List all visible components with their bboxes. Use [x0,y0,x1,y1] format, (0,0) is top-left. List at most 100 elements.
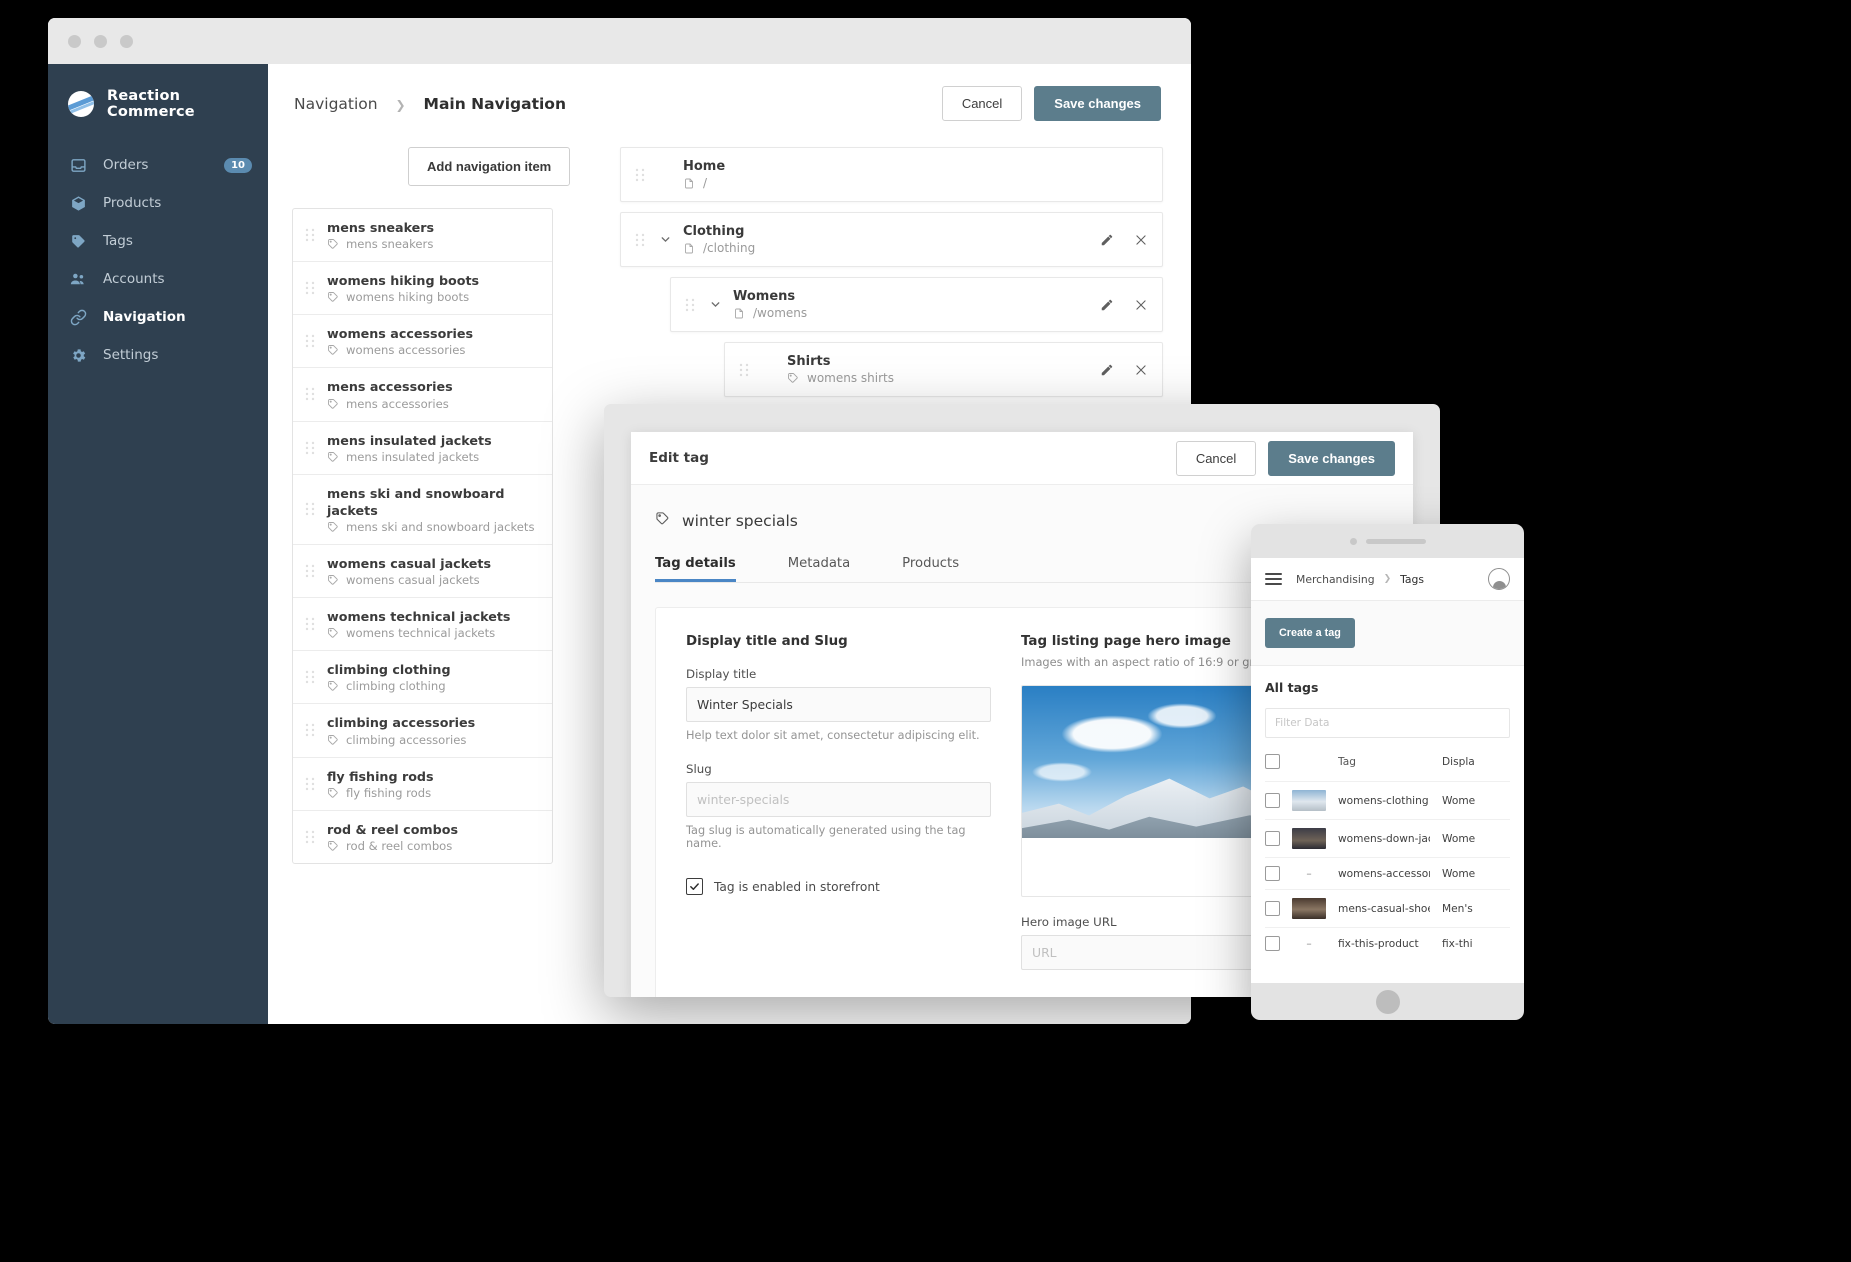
tab-metadata[interactable]: Metadata [788,556,850,582]
tag-item-tag-text: mens sneakers [346,237,433,251]
filter-data-input[interactable] [1265,708,1510,738]
navigation-tag-item[interactable]: mens sneakersmens sneakers [293,209,552,262]
row-checkbox[interactable] [1265,936,1280,951]
tag-item-title: climbing clothing [327,661,451,678]
tag-item-tag-text: climbing accessories [346,733,466,747]
tag-item-title: womens hiking boots [327,272,479,289]
navigation-tag-item[interactable]: climbing accessories climbing accessories [293,704,552,757]
tree-row-actions [1100,233,1148,247]
tag-item-title: womens accessories [327,325,473,342]
sidebar-item-orders[interactable]: Orders 10 [48,146,268,184]
row-display-title: Wome [1442,868,1510,880]
tags-table-header: Tag Displa [1265,738,1510,781]
tab-products[interactable]: Products [902,556,959,582]
brand[interactable]: Reaction Commerce [48,64,268,146]
row-checkbox[interactable] [1265,793,1280,808]
save-changes-button[interactable]: Save changes [1034,86,1161,121]
table-row[interactable]: womens-clothingWome [1265,781,1510,819]
row-checkbox[interactable] [1265,866,1280,881]
edit-tag-actions: Cancel Save changes [1176,441,1395,476]
tree-row-path: /clothing [683,241,755,255]
tag-enabled-checkbox[interactable] [686,878,703,895]
row-checkbox[interactable] [1265,831,1280,846]
sidebar-item-navigation[interactable]: Navigation [48,298,268,336]
tablet-breadcrumb: Merchandising ❯ Tags [1296,573,1424,586]
edit-icon[interactable] [1100,298,1114,312]
tag-item-tag: mens ski and snowboard jackets [327,520,540,534]
avatar[interactable] [1488,568,1510,590]
chevron-down-icon[interactable] [707,298,723,311]
table-row[interactable]: –fix-this-productfix-thi [1265,927,1510,959]
edit-icon[interactable] [1100,233,1114,247]
cancel-button[interactable]: Cancel [942,86,1022,121]
navigation-tag-item[interactable]: rod & reel combosrod & reel combos [293,811,552,863]
tag-item-tag: fly fishing rods [327,786,434,800]
navigation-tree-row[interactable]: Shirtswomens shirts [724,342,1163,397]
maximize-window-dot[interactable] [120,35,133,48]
close-icon[interactable] [1134,298,1148,312]
tags-table-body: womens-clothingWomewomens-down-jacketsWo… [1265,781,1510,959]
tag-enabled-row[interactable]: Tag is enabled in storefront [686,878,991,895]
tab-tag-details[interactable]: Tag details [655,556,736,582]
row-display-title: Wome [1442,833,1510,845]
create-a-tag-button[interactable]: Create a tag [1265,618,1355,648]
edit-tag-cancel-button[interactable]: Cancel [1176,441,1256,476]
add-navigation-item-button[interactable]: Add navigation item [408,147,570,186]
tree-row-title: Womens [733,289,807,304]
navigation-tag-item[interactable]: mens accessoriesmens accessories [293,368,552,421]
navigation-tag-item[interactable]: climbing clothingclimbing clothing [293,651,552,704]
row-tag-name: mens-casual-shoes [1338,903,1430,915]
all-tags-card: All tags Tag Displa womens-clothingWomew… [1251,665,1524,983]
sidebar-item-tags[interactable]: Tags [48,222,268,260]
header-actions: Cancel Save changes [942,86,1161,121]
slug-input[interactable] [686,782,991,817]
minimize-window-dot[interactable] [94,35,107,48]
home-button[interactable] [1376,990,1400,1014]
close-window-dot[interactable] [68,35,81,48]
sidebar-item-settings[interactable]: Settings [48,336,268,374]
navigation-tag-item[interactable]: womens technical jacketswomens technical… [293,598,552,651]
chevron-right-icon: ❯ [1384,574,1392,584]
sidebar-item-accounts[interactable]: Accounts [48,260,268,298]
edit-tag-save-button[interactable]: Save changes [1268,441,1395,476]
tag-item-tag-text: mens ski and snowboard jackets [346,520,535,534]
tag-enabled-label: Tag is enabled in storefront [714,880,880,894]
no-thumbnail-placeholder: – [1292,868,1326,880]
select-all-checkbox[interactable] [1265,754,1280,769]
table-row[interactable]: –womens-accessoriesWome [1265,857,1510,889]
navigation-tag-item[interactable]: fly fishing rodsfly fishing rods [293,758,552,811]
navigation-tag-item[interactable]: womens hiking bootswomens hiking boots [293,262,552,315]
tree-row-title: Clothing [683,224,755,239]
breadcrumb-root[interactable]: Navigation [294,95,378,113]
drag-handle-icon [305,281,315,295]
hamburger-menu-icon[interactable] [1265,573,1282,585]
drag-handle-icon [685,298,695,312]
navigation-tag-item[interactable]: mens insulated jacketsmens insulated jac… [293,422,552,475]
navigation-tree-row[interactable]: Home/ [620,147,1163,202]
tablet-breadcrumb-root[interactable]: Merchandising [1296,573,1375,586]
sidebar-item-products[interactable]: Products [48,184,268,222]
row-display-title: Men's [1442,903,1510,915]
row-checkbox[interactable] [1265,901,1280,916]
slug-hint: Tag slug is automatically generated usin… [686,824,991,850]
navigation-tree-row[interactable]: Clothing/clothing [620,212,1163,267]
navigation-tree-row[interactable]: Womens/womens [670,277,1163,332]
navigation-tag-item[interactable]: mens ski and snowboard jacketsmens ski a… [293,475,552,545]
edit-icon[interactable] [1100,363,1114,377]
tag-item-title: fly fishing rods [327,768,434,785]
available-tags-list: mens sneakersmens sneakerswomens hiking … [292,208,553,864]
edit-tag-title: Edit tag [649,450,709,466]
tag-item-title: climbing accessories [327,714,475,731]
tag-picker-column: Add navigation item mens sneakersmens sn… [268,147,598,864]
chevron-down-icon[interactable] [657,233,673,246]
navigation-tag-item[interactable]: womens casual jacketswomens casual jacke… [293,545,552,598]
table-row[interactable]: mens-casual-shoes Men's [1265,889,1510,927]
close-icon[interactable] [1134,363,1148,377]
tag-item-tag-text: womens accessories [346,343,465,357]
table-row[interactable]: womens-down-jacketsWome [1265,819,1510,857]
row-display-title: Wome [1442,795,1510,807]
navigation-tag-item[interactable]: womens accessorieswomens accessories [293,315,552,368]
display-title-input[interactable] [686,687,991,722]
close-icon[interactable] [1134,233,1148,247]
tag-item-title: mens insulated jackets [327,432,492,449]
